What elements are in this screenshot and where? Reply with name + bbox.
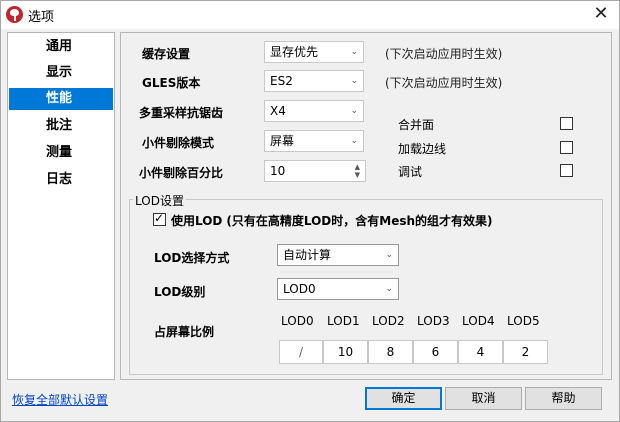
debug-checkbox[interactable]	[560, 164, 573, 177]
sidebar: 通用 显示 性能 批注 测量 日志	[7, 32, 115, 380]
msaa-select[interactable]: X4 ⌄	[264, 100, 364, 122]
reset-defaults-link[interactable]: 恢复全部默认设置	[12, 391, 108, 408]
screen-ratio-label: 占屏幕比例	[154, 325, 215, 339]
lod-group-title: LOD设置	[133, 192, 186, 209]
cull-percent-value: 10	[270, 164, 286, 178]
chevron-down-icon: ⌄	[350, 76, 358, 86]
lod-column-header: LOD5	[507, 314, 540, 328]
gles-label: GLES版本	[142, 76, 201, 90]
chevron-down-icon: ⌄	[385, 250, 393, 260]
use-lod-checkbox[interactable]	[153, 211, 166, 226]
lod-ratio-cell: /	[279, 340, 323, 364]
lod-select-mode-select[interactable]: 自动计算 ⌄	[277, 244, 399, 266]
lod-column-header: LOD3	[417, 314, 450, 328]
chevron-down-icon: ⌄	[350, 47, 358, 57]
lod-ratio-cell[interactable]: 10	[323, 340, 368, 364]
merge-label: 合并面	[398, 118, 435, 132]
msaa-label: 多重采样抗锯齿	[139, 106, 224, 120]
sidebar-item-measure[interactable]: 测量	[9, 142, 113, 164]
cull-mode-label: 小件剔除模式	[142, 136, 215, 150]
cache-select[interactable]: 显存优先 ⌄	[264, 41, 364, 63]
cache-label: 缓存设置	[142, 47, 191, 61]
gles-select[interactable]: ES2 ⌄	[264, 70, 364, 92]
lod-ratio-cell[interactable]: 2	[503, 340, 548, 364]
lod-column-header: LOD1	[327, 314, 360, 328]
use-lod-text: 使用LOD	[171, 214, 223, 228]
sidebar-item-performance[interactable]: 性能	[9, 88, 113, 110]
window-title: 选项	[28, 10, 55, 25]
lod-column-header: LOD4	[462, 314, 495, 328]
use-lod-hint: (只有在高精度LOD时，含有Mesh的组才有效果)	[226, 214, 493, 228]
chevron-down-icon: ⌄	[385, 284, 393, 294]
help-button[interactable]: 帮助	[525, 387, 602, 410]
cull-percent-label: 小件剔除百分比	[139, 166, 224, 180]
lod-level-value: LOD0	[283, 282, 316, 296]
gles-value: ES2	[270, 74, 293, 88]
chevron-down-icon: ⌄	[350, 136, 358, 146]
sidebar-item-display[interactable]: 显示	[9, 62, 113, 84]
title-bar: 选项 ✕	[1, 1, 619, 29]
cache-note: (下次启动应用时生效)	[385, 47, 503, 61]
lod-level-select[interactable]: LOD0 ⌄	[277, 278, 399, 300]
lod-ratio-cell[interactable]: 4	[458, 340, 503, 364]
lod-ratio-cell[interactable]: 8	[368, 340, 413, 364]
gles-note: (下次启动应用时生效)	[385, 76, 503, 90]
lod-level-label: LOD级别	[154, 285, 206, 299]
options-dialog: 选项 ✕ 通用 显示 性能 批注 测量 日志 缓存设置 显存优先 ⌄ (下次启动…	[0, 0, 620, 422]
lod-ratio-cell[interactable]: 6	[413, 340, 458, 364]
sidebar-item-general[interactable]: 通用	[9, 36, 113, 58]
spin-arrows-icon[interactable]: ▲ ▼	[355, 163, 360, 179]
debug-label: 调试	[398, 165, 423, 179]
performance-panel: 缓存设置 显存优先 ⌄ (下次启动应用时生效) GLES版本 ES2 ⌄ (下次…	[120, 32, 612, 380]
cull-mode-value: 屏幕	[270, 134, 295, 148]
close-icon[interactable]: ✕	[589, 3, 613, 25]
cache-value: 显存优先	[270, 45, 319, 59]
ok-button[interactable]: 确定	[365, 387, 442, 410]
load-edges-checkbox[interactable]	[560, 141, 573, 154]
merge-checkbox[interactable]	[560, 117, 573, 130]
chevron-down-icon: ⌄	[350, 106, 358, 116]
cull-mode-select[interactable]: 屏幕 ⌄	[264, 130, 364, 152]
use-lod-label: 使用LOD (只有在高精度LOD时，含有Mesh的组才有效果)	[171, 212, 493, 229]
lod-column-header: LOD2	[372, 314, 405, 328]
app-logo-icon	[6, 6, 23, 23]
lod-select-mode-value: 自动计算	[283, 248, 332, 262]
sidebar-item-log[interactable]: 日志	[9, 169, 113, 191]
sidebar-item-annotation[interactable]: 批注	[9, 115, 113, 137]
msaa-value: X4	[270, 104, 286, 118]
cancel-button[interactable]: 取消	[445, 387, 522, 410]
cull-percent-spinbox[interactable]: 10 ▲ ▼	[264, 160, 366, 182]
load-edges-label: 加载边线	[398, 142, 447, 156]
lod-select-mode-label: LOD选择方式	[154, 251, 230, 265]
lod-column-header: LOD0	[281, 314, 314, 328]
